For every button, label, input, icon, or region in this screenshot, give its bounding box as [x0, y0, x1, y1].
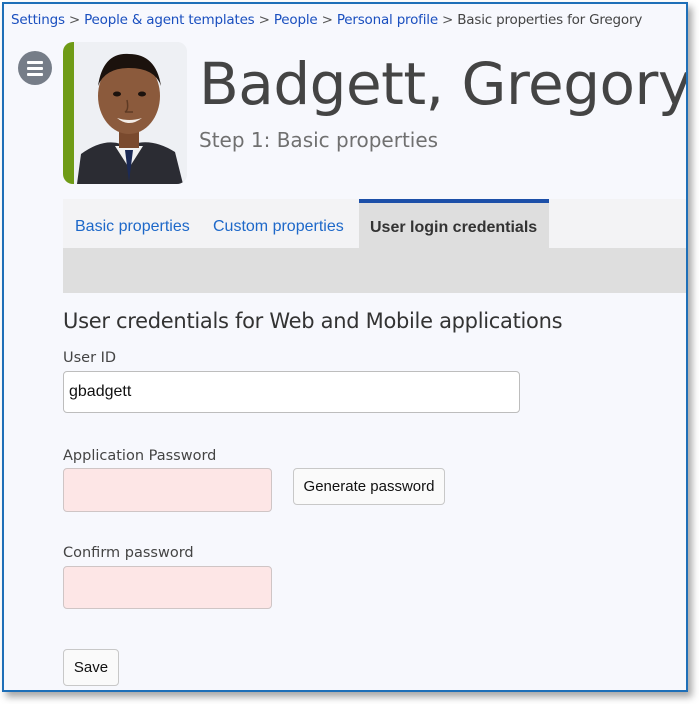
avatar	[63, 42, 187, 184]
tab-basic-properties[interactable]: Basic properties	[75, 199, 190, 248]
application-password-label: Application Password	[63, 448, 217, 464]
person-photo-icon	[74, 42, 187, 184]
breadcrumb: Settings > People & agent templates > Pe…	[11, 12, 642, 28]
save-button[interactable]: Save	[63, 649, 119, 686]
user-id-label: User ID	[63, 350, 117, 366]
breadcrumb-separator: >	[321, 12, 333, 28]
breadcrumb-link-people[interactable]: People	[274, 12, 318, 28]
breadcrumb-separator: >	[442, 12, 454, 28]
confirm-password-label: Confirm password	[63, 545, 194, 561]
profile-name: Badgett, Gregory	[199, 50, 688, 118]
user-id-input[interactable]	[63, 371, 520, 413]
breadcrumb-link-people-agent-templates[interactable]: People & agent templates	[84, 12, 255, 28]
tab-user-login-credentials[interactable]: User login credentials	[359, 199, 549, 248]
breadcrumb-current: Basic properties for Gregory	[457, 12, 643, 28]
window-frame: Settings > People & agent templates > Pe…	[2, 2, 688, 692]
tab-bar: Basic properties Custom properties User …	[63, 199, 686, 248]
breadcrumb-separator: >	[68, 12, 80, 28]
tab-subbar	[63, 248, 686, 293]
profile-step: Step 1: Basic properties	[199, 128, 439, 152]
confirm-password-input[interactable]	[63, 566, 272, 609]
tab-custom-properties[interactable]: Custom properties	[213, 199, 344, 248]
breadcrumb-link-personal-profile[interactable]: Personal profile	[337, 12, 438, 28]
application-password-input[interactable]	[63, 468, 272, 512]
section-title: User credentials for Web and Mobile appl…	[63, 309, 563, 333]
generate-password-button[interactable]: Generate password	[293, 468, 445, 505]
hamburger-menu-icon[interactable]	[18, 51, 52, 85]
breadcrumb-separator: >	[258, 12, 270, 28]
breadcrumb-link-settings[interactable]: Settings	[11, 12, 65, 28]
